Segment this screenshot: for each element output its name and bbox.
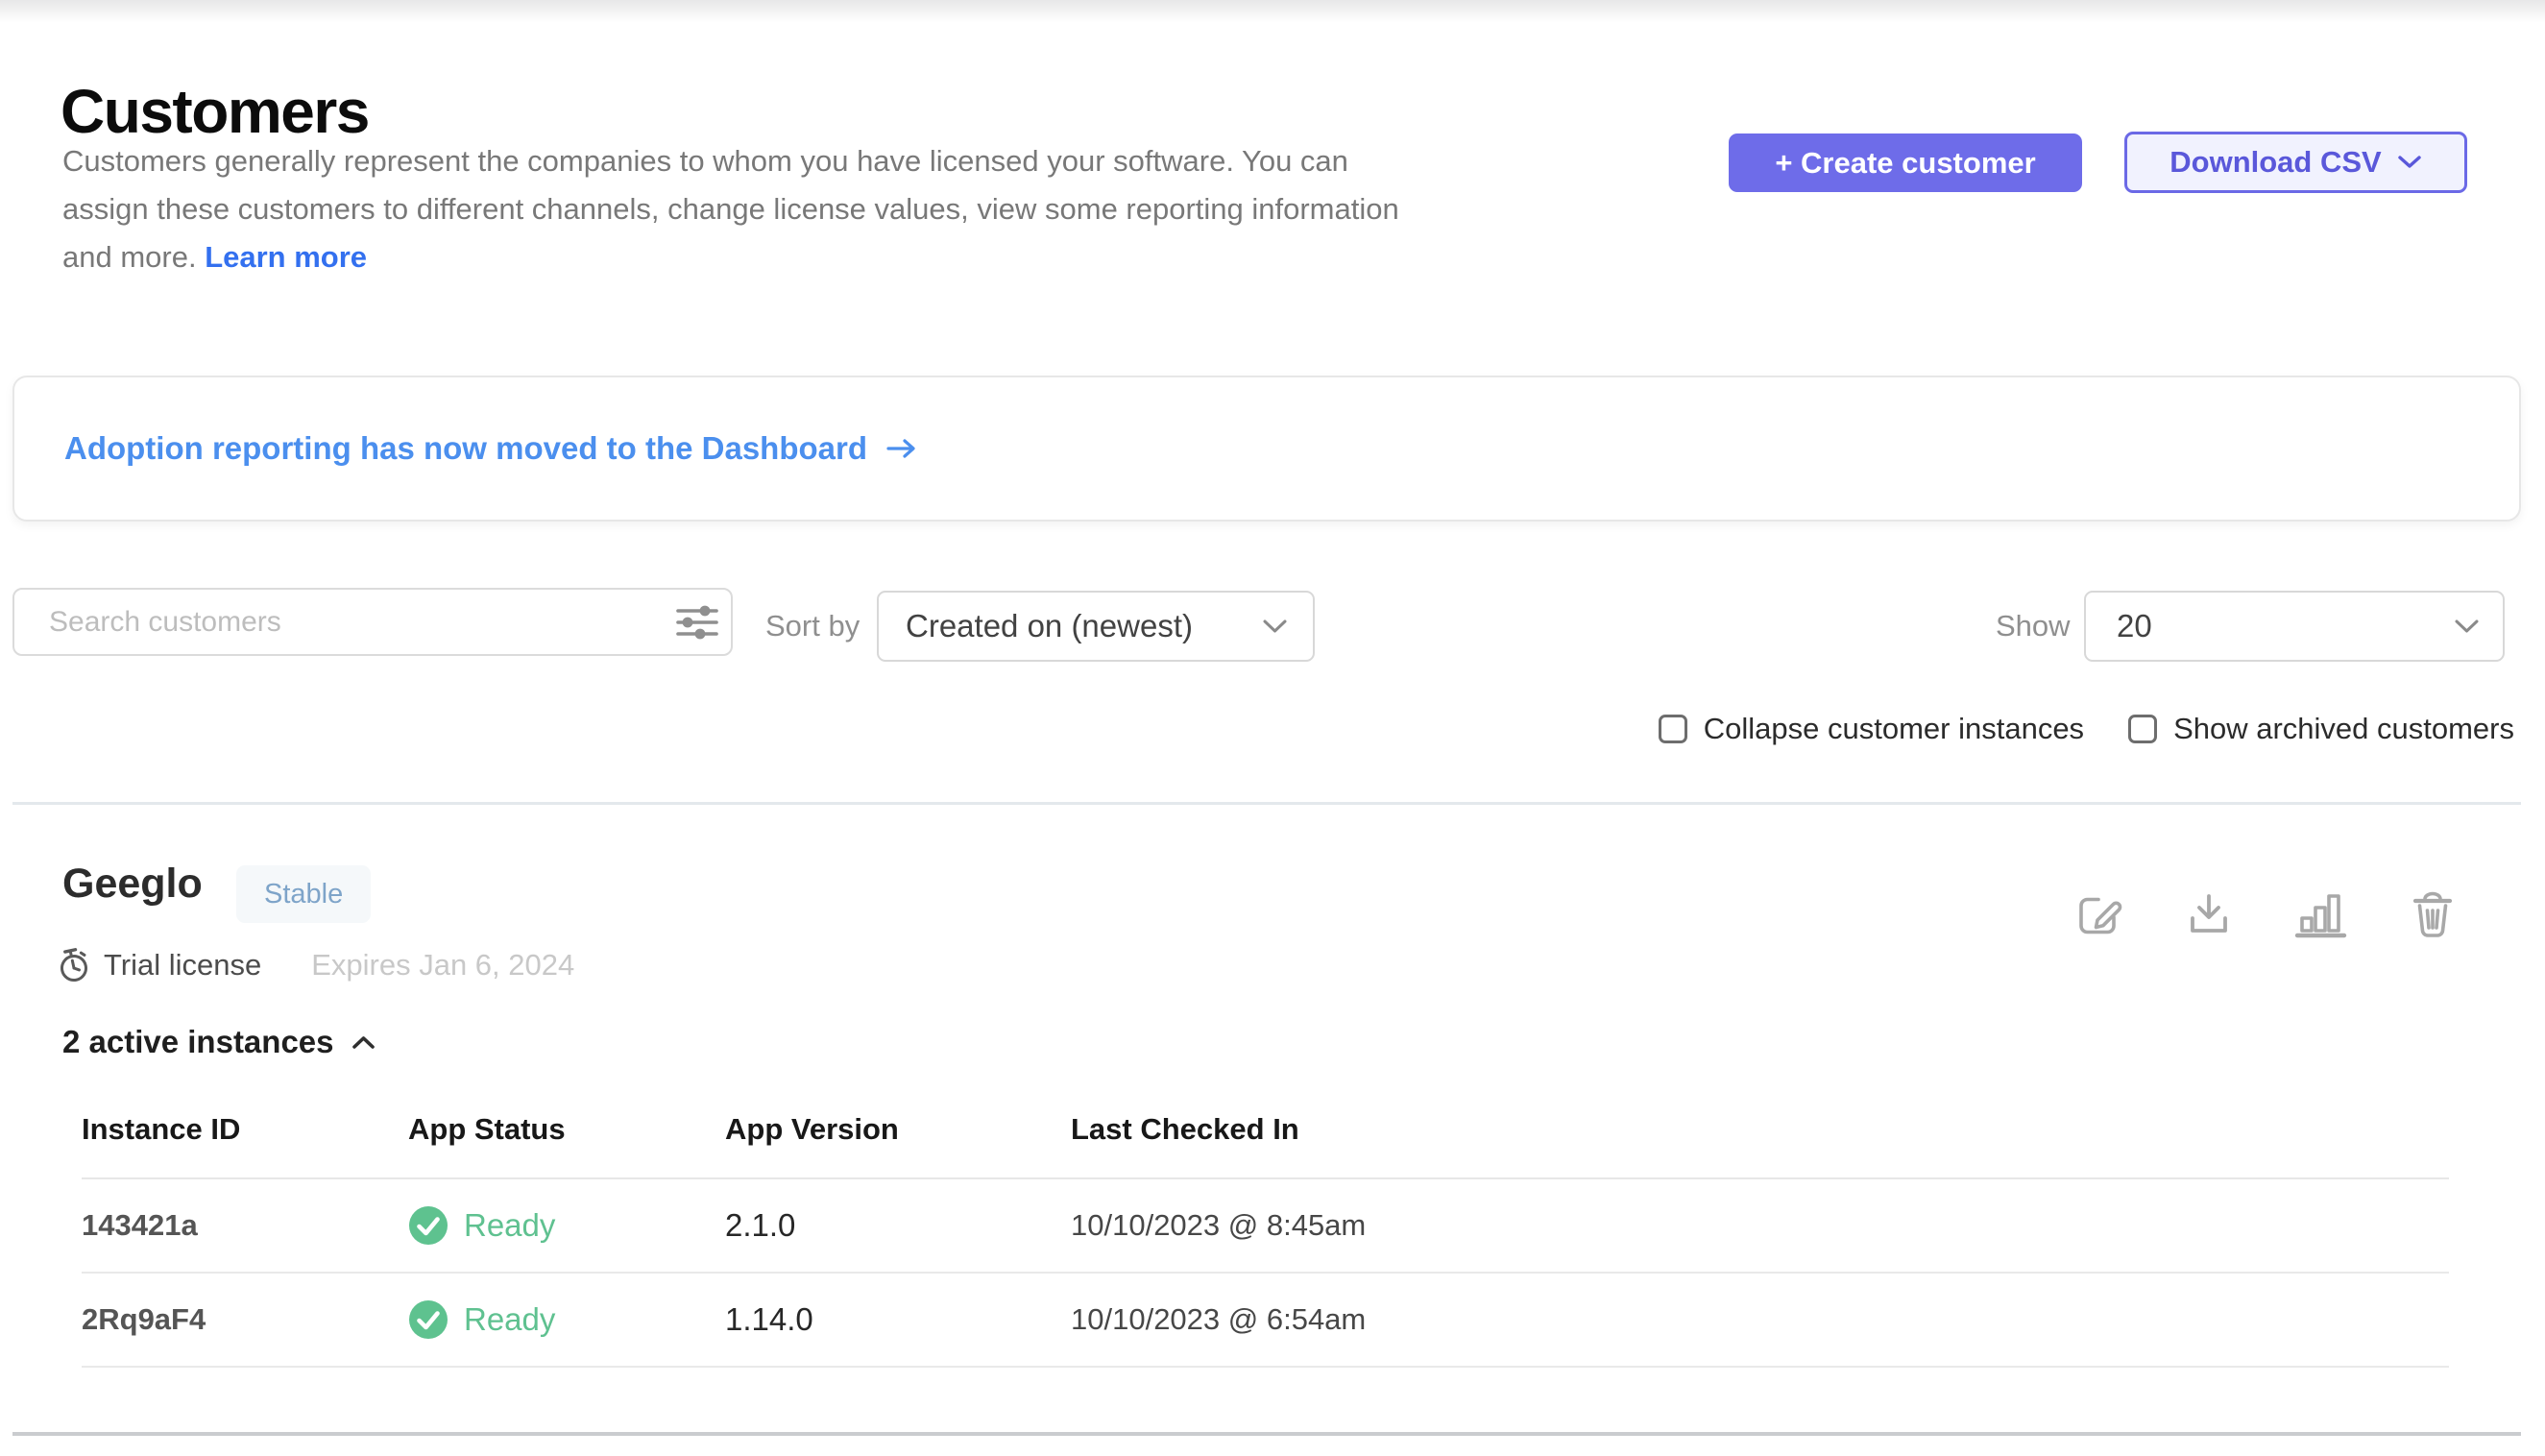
table-row: 143421a Ready 2.1.0 10/10/2023 @ 8:45am: [82, 1179, 2449, 1274]
app-version: 2.1.0: [725, 1207, 1071, 1244]
table-row: 2Rq9aF4 Ready 1.14.0 10/10/2023 @ 6:54am: [82, 1274, 2449, 1368]
instances-table: Instance ID App Status App Version Last …: [82, 1104, 2449, 1368]
sort-by-label: Sort by: [765, 592, 860, 661]
sort-select[interactable]: Created on (newest): [877, 591, 1315, 662]
license-expiry: Expires Jan 6, 2024: [311, 948, 574, 983]
download-customer-icon[interactable]: [2185, 889, 2233, 939]
section-divider: [12, 802, 2521, 805]
show-archived-label: Show archived customers: [2173, 712, 2514, 746]
page-title: Customers: [61, 76, 369, 147]
chevron-down-icon: [2397, 155, 2422, 170]
download-csv-button[interactable]: Download CSV: [2124, 132, 2467, 193]
chevron-down-icon: [2454, 619, 2480, 635]
search-input[interactable]: [14, 590, 664, 654]
adoption-banner: Adoption reporting has now moved to the …: [12, 376, 2521, 522]
customer-name: Geeglo: [62, 861, 203, 908]
learn-more-link[interactable]: Learn more: [205, 240, 367, 274]
show-archived-option[interactable]: Show archived customers: [2128, 712, 2514, 746]
description-line: assign these customers to different chan…: [62, 185, 1399, 233]
list-options-row: Collapse customer instances Show archive…: [1659, 709, 2514, 749]
last-checked-in: 10/10/2023 @ 6:54am: [1071, 1302, 2449, 1337]
top-scroll-fade: [0, 0, 2545, 23]
arrow-right-icon: [885, 436, 919, 461]
app-status: Ready: [408, 1205, 725, 1246]
column-header: Last Checked In: [1071, 1104, 2449, 1147]
check-circle-icon: [408, 1299, 448, 1340]
collapse-instances-checkbox[interactable]: [1659, 715, 1687, 743]
app-status: Ready: [408, 1299, 725, 1340]
check-circle-icon: [408, 1205, 448, 1246]
adoption-banner-link[interactable]: Adoption reporting has now moved to the …: [64, 430, 919, 467]
customer-card-separator: [12, 1432, 2521, 1436]
stopwatch-icon: [56, 946, 92, 984]
instance-id: 143421a: [82, 1208, 408, 1243]
description-line: Customers generally represent the compan…: [62, 137, 1399, 185]
delete-trash-icon[interactable]: [2410, 889, 2456, 939]
bar-chart-icon[interactable]: [2294, 889, 2348, 939]
create-customer-button[interactable]: + Create customer: [1729, 133, 2082, 192]
collapse-instances-label: Collapse customer instances: [1704, 712, 2084, 746]
table-header-row: Instance ID App Status App Version Last …: [82, 1104, 2449, 1179]
show-label: Show: [1996, 591, 2071, 662]
collapse-instances-option[interactable]: Collapse customer instances: [1659, 712, 2084, 746]
chevron-up-icon: [351, 1035, 376, 1050]
customer-actions: [2073, 889, 2456, 939]
column-header: App Version: [725, 1104, 1071, 1147]
active-instances-toggle[interactable]: 2 active instances: [62, 1024, 376, 1060]
column-header: App Status: [408, 1104, 725, 1147]
show-archived-checkbox[interactable]: [2128, 715, 2157, 743]
description-line: and more. Learn more: [62, 233, 1399, 281]
chevron-down-icon: [1262, 619, 1288, 635]
app-version: 1.14.0: [725, 1301, 1071, 1338]
license-row: Trial license Expires Jan 6, 2024: [56, 944, 574, 986]
instance-id: 2Rq9aF4: [82, 1302, 408, 1337]
column-header: Instance ID: [82, 1104, 408, 1147]
license-type: Trial license: [104, 948, 261, 983]
edit-customer-icon[interactable]: [2073, 889, 2123, 939]
filter-sliders-icon[interactable]: [664, 590, 731, 654]
show-per-page-select[interactable]: 20: [2084, 591, 2505, 662]
last-checked-in: 10/10/2023 @ 8:45am: [1071, 1208, 2449, 1243]
search-customers-box: [12, 588, 733, 656]
channel-badge: Stable: [236, 865, 371, 923]
page-description: Customers generally represent the compan…: [62, 137, 1399, 281]
